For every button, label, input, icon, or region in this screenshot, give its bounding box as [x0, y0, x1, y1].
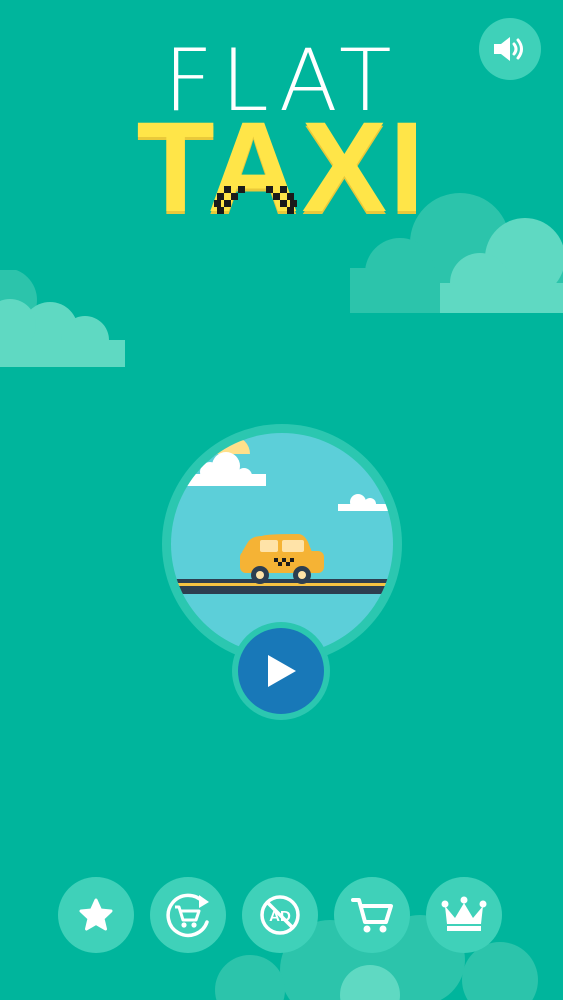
- no-ads-label: AD: [269, 908, 291, 925]
- leaderboard-button[interactable]: [426, 877, 502, 953]
- shop-button[interactable]: [334, 877, 410, 953]
- star-icon: [79, 898, 113, 931]
- play-button-ring: [232, 622, 330, 720]
- restore-purchases-button[interactable]: [150, 877, 226, 953]
- shopping-cart-icon: [351, 898, 393, 933]
- play-icon: [268, 655, 296, 687]
- restore-cart-icon: [166, 893, 209, 938]
- cloud-left: [0, 270, 125, 367]
- rate-button[interactable]: [58, 877, 134, 953]
- crown-icon: [441, 896, 487, 931]
- no-ads-icon: AD: [260, 895, 300, 935]
- checker-stripe: [214, 186, 297, 214]
- remove-ads-button[interactable]: AD: [242, 877, 318, 953]
- play-button[interactable]: [238, 628, 324, 714]
